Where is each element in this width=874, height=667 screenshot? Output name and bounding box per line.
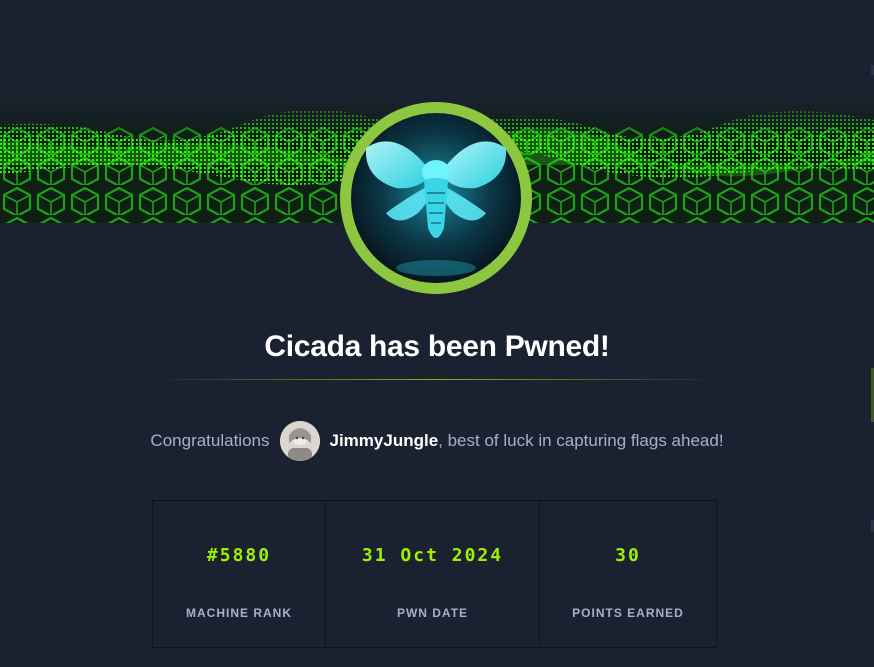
stat-label: MACHINE RANK	[186, 606, 292, 620]
machine-badge	[336, 98, 536, 298]
user-avatar[interactable]	[279, 421, 320, 461]
stats-panel: #5880 MACHINE RANK 31 Oct 2024 PWN DATE …	[152, 500, 717, 648]
page-title: Cicada has been Pwned!	[264, 330, 610, 363]
title-divider	[150, 379, 724, 380]
cicada-icon	[340, 102, 532, 294]
stat-label: POINTS EARNED	[572, 606, 684, 620]
username-link[interactable]: JimmyJungle	[330, 431, 439, 451]
stat-label: PWN DATE	[396, 606, 469, 620]
stat-points-earned: 30 POINTS EARNED	[540, 501, 716, 647]
congrats-line: Congratulations JimmyJungle , best of lu…	[0, 419, 874, 463]
stat-value: #5880	[206, 545, 272, 566]
stat-value: 30	[615, 545, 641, 566]
stat-value: 31 Oct 2024	[361, 545, 504, 566]
stat-machine-rank: #5880 MACHINE RANK	[153, 501, 326, 647]
congrats-suffix: , best of luck in capturing flags ahead!	[438, 431, 724, 450]
stat-pwn-date: 31 Oct 2024 PWN DATE	[326, 501, 540, 647]
congrats-prefix: Congratulations	[150, 431, 270, 450]
pwned-page: Cicada has been Pwned! Congratulations J…	[0, 0, 874, 667]
